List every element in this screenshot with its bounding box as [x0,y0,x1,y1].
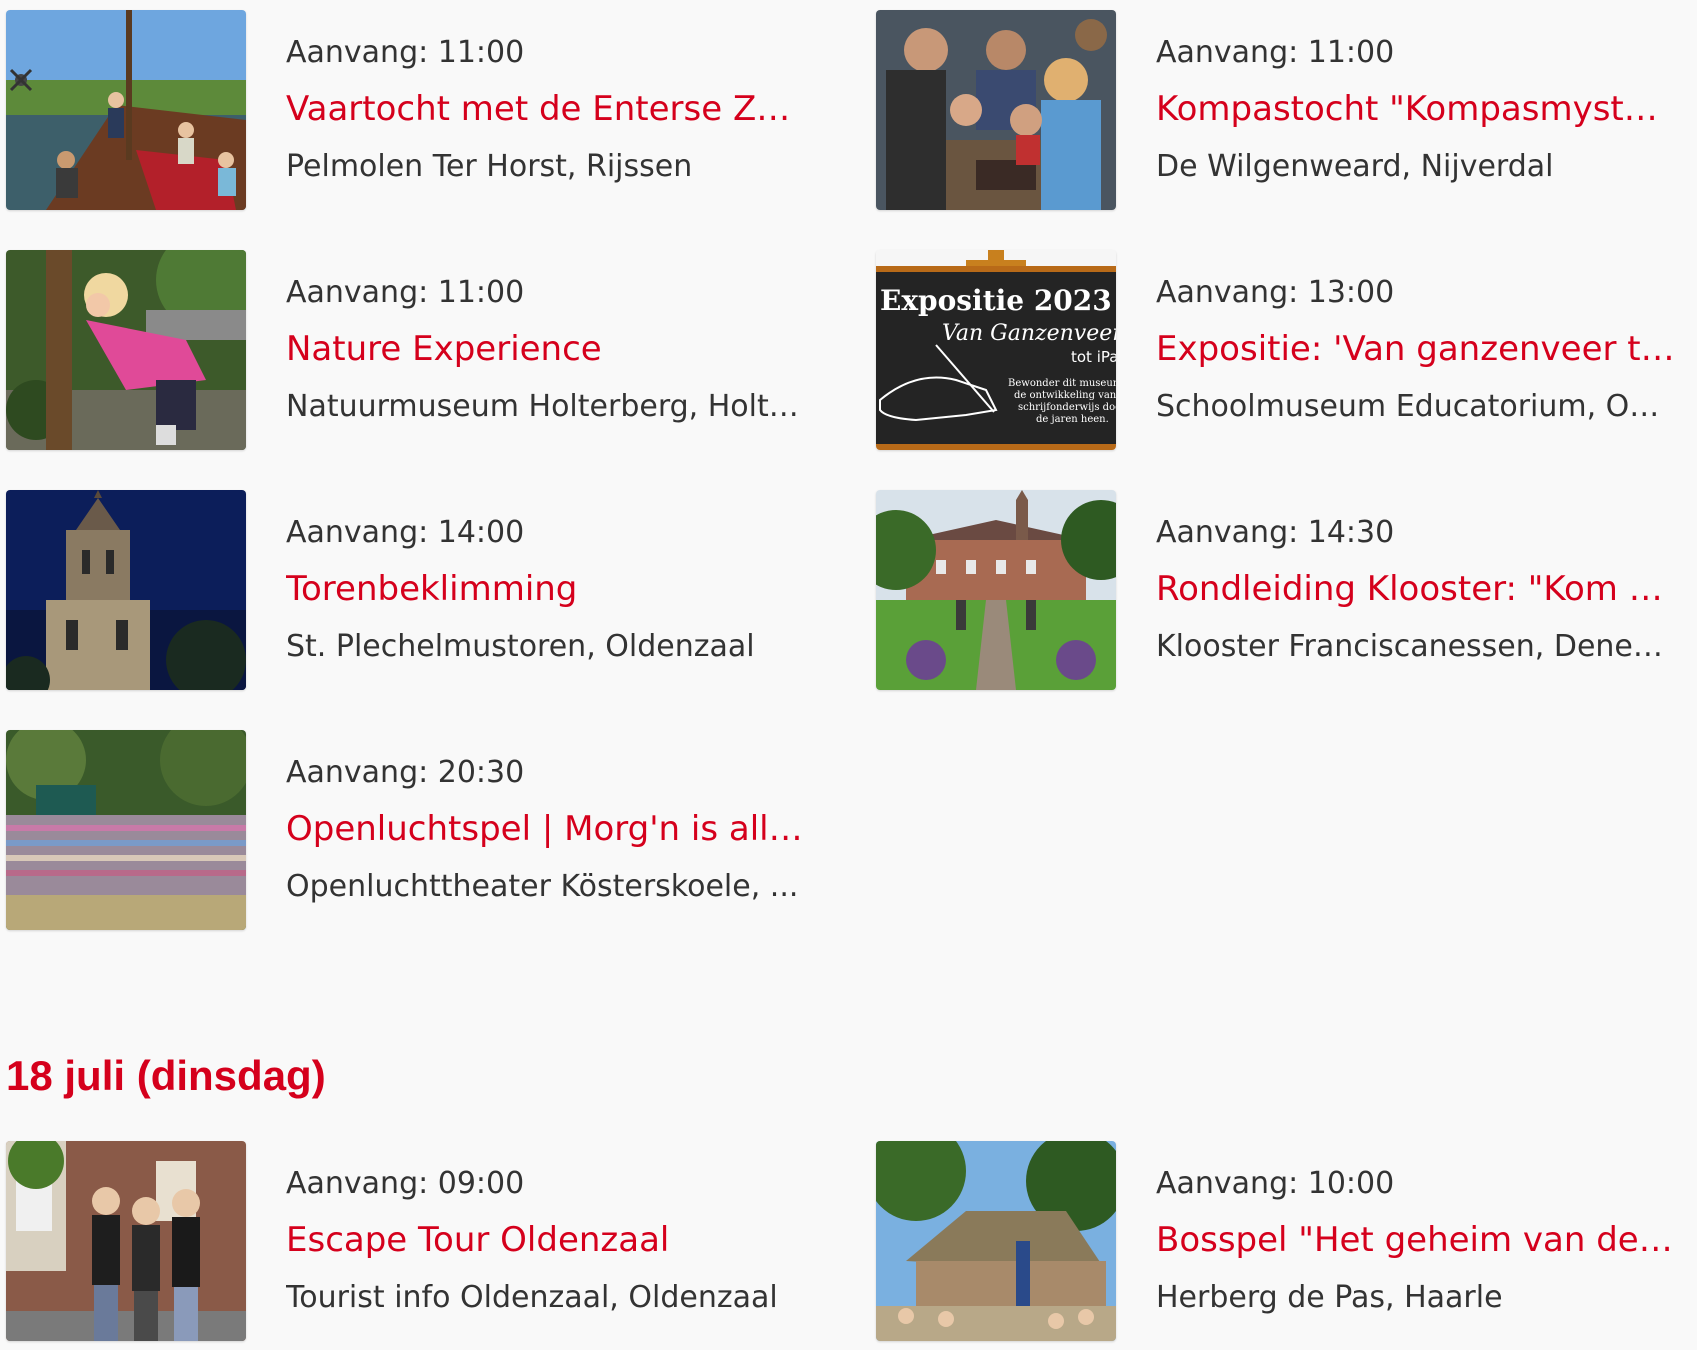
svg-text:Bewonder dit museumj: Bewonder dit museumj [1008,378,1116,389]
farmhouse-photo-icon [876,1141,1116,1341]
svg-text:Expositie 2023: Expositie 2023 [880,284,1112,317]
event-image [876,10,1116,210]
event-image [876,1141,1116,1341]
event-title-link[interactable]: Expositie: 'Van ganzenveer to... [1156,327,1676,371]
event-venue: Natuurmuseum Holterberg, Holten [286,389,806,424]
event-image [6,730,246,930]
svg-text:de ontwikkeling van he: de ontwikkeling van he [1014,390,1116,401]
event-title-link[interactable]: Vaartocht met de Enterse Zomp [286,87,806,131]
event-card[interactable]: Aanvang: 20:30 Openluchtspel | Morg'n is… [6,730,836,930]
event-card[interactable]: Expositie 2023 Van Ganzenveer tot iPa Be… [876,250,1697,450]
event-title-link[interactable]: Torenbeklimming [286,567,806,611]
event-card[interactable]: Aanvang: 11:00 Vaartocht met de Enterse … [6,10,836,210]
event-title-link[interactable]: Kompastocht "Kompasmysteri... [1156,87,1676,131]
event-venue: Openluchttheater Kösterskoele, ... [286,869,799,904]
event-start-time: Aanvang: 09:00 [286,1166,525,1201]
event-title-link[interactable]: Openluchtspel | Morg'n is alle... [286,807,806,851]
event-image [6,250,246,450]
theater-photo-icon [6,730,246,930]
event-image: Expositie 2023 Van Ganzenveer tot iPa Be… [876,250,1116,450]
event-start-time: Aanvang: 11:00 [286,35,525,70]
boat-photo-icon [6,10,246,210]
child-tree-photo-icon [6,250,246,450]
event-card[interactable]: Aanvang: 11:00 Nature Experience Natuurm… [6,250,836,450]
event-start-time: Aanvang: 13:00 [1156,275,1395,310]
event-title-link[interactable]: Rondleiding Klooster: "Kom e... [1156,567,1676,611]
girls-photo-icon [6,1141,246,1341]
event-venue: Pelmolen Ter Horst, Rijssen [286,149,693,184]
tower-photo-icon [6,490,246,690]
event-card[interactable]: Aanvang: 09:00 Escape Tour Oldenzaal Tou… [6,1141,836,1341]
event-venue: St. Plechelmustoren, Oldenzaal [286,629,755,664]
event-title-link[interactable]: Bosspel "Het geheim van de H... [1156,1218,1676,1262]
event-venue: Klooster Franciscanessen, Denek... [1156,629,1676,664]
event-card[interactable]: Aanvang: 10:00 Bosspel "Het geheim van d… [876,1141,1697,1341]
event-venue: Herberg de Pas, Haarle [1156,1280,1503,1315]
chalkboard-photo-icon: Expositie 2023 Van Ganzenveer tot iPa Be… [876,250,1116,450]
svg-text:Van Ganzenveer: Van Ganzenveer [942,321,1116,346]
event-image [6,1141,246,1341]
svg-text:schrijfonderwijs door: schrijfonderwijs door [1018,402,1116,413]
event-title-link[interactable]: Nature Experience [286,327,806,371]
event-image [6,490,246,690]
event-card[interactable]: Aanvang: 14:30 Rondleiding Klooster: "Ko… [876,490,1697,690]
event-start-time: Aanvang: 14:30 [1156,515,1395,550]
event-venue: Schoolmuseum Educatorium, Oot... [1156,389,1676,424]
event-image [876,490,1116,690]
event-venue: Tourist info Oldenzaal, Oldenzaal [286,1280,778,1315]
event-card[interactable]: Aanvang: 14:00 Torenbeklimming St. Plech… [6,490,836,690]
event-start-time: Aanvang: 20:30 [286,755,525,790]
event-title-link[interactable]: Escape Tour Oldenzaal [286,1218,806,1262]
svg-text:de jaren heen.: de jaren heen. [1036,414,1109,425]
group-photo-icon [876,10,1116,210]
event-start-time: Aanvang: 14:00 [286,515,525,550]
event-start-time: Aanvang: 10:00 [1156,1166,1395,1201]
event-venue: De Wilgenweard, Nijverdal [1156,149,1554,184]
event-start-time: Aanvang: 11:00 [286,275,525,310]
svg-text:tot iPa: tot iPa [1071,348,1116,366]
event-card[interactable]: Aanvang: 11:00 Kompastocht "Kompasmyster… [876,10,1697,210]
event-start-time: Aanvang: 11:00 [1156,35,1395,70]
day-heading: 18 juli (dinsdag) [6,1052,326,1099]
event-image [6,10,246,210]
monastery-photo-icon [876,490,1116,690]
